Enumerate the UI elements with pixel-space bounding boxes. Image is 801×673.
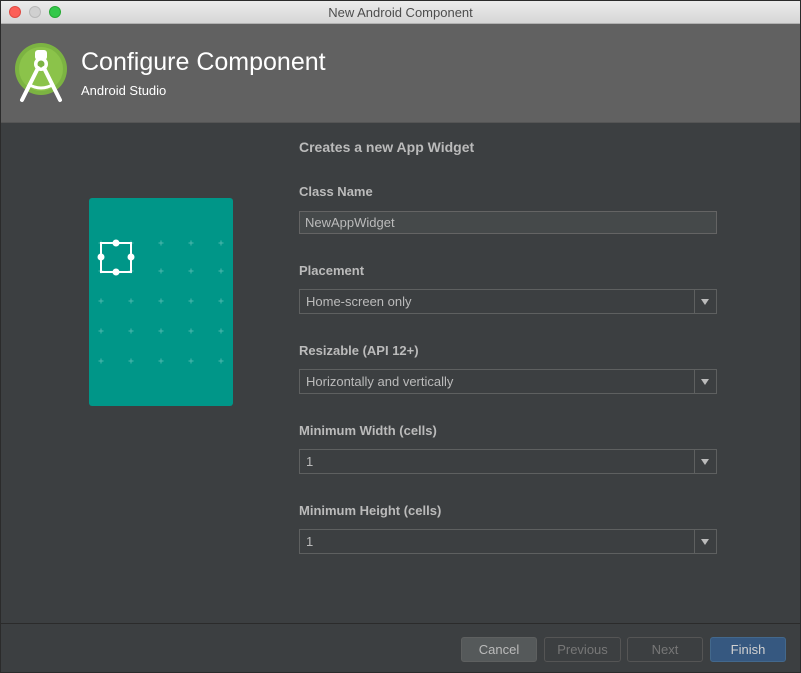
chevron-down-icon[interactable]	[694, 530, 716, 553]
widget-grid-preview-icon	[97, 239, 224, 364]
chevron-down-icon[interactable]	[694, 290, 716, 313]
widget-preview	[89, 198, 233, 406]
min-height-label: Minimum Height (cells)	[299, 503, 442, 518]
finish-button[interactable]: Finish	[710, 637, 786, 662]
class-name-value: NewAppWidget	[305, 215, 395, 230]
resizable-label: Resizable (API 12+)	[299, 343, 419, 358]
footer-divider	[1, 623, 800, 624]
min-width-select[interactable]: 1	[299, 449, 717, 474]
page-title: Configure Component	[81, 48, 326, 76]
component-description: Creates a new App Widget	[299, 139, 475, 155]
title-bar: New Android Component	[1, 1, 800, 24]
placement-label: Placement	[299, 263, 365, 278]
class-name-input[interactable]: NewAppWidget	[299, 211, 717, 234]
window-title: New Android Component	[328, 5, 473, 20]
placement-select[interactable]: Home-screen only	[299, 289, 717, 314]
chevron-down-icon[interactable]	[694, 370, 716, 393]
page-subtitle: Android Studio	[81, 83, 167, 98]
min-width-label: Minimum Width (cells)	[299, 423, 437, 438]
dialog-window: New Android Component Configure Componen…	[0, 0, 801, 673]
min-height-select[interactable]: 1	[299, 529, 717, 554]
class-name-label: Class Name	[299, 184, 373, 199]
min-height-value: 1	[306, 534, 314, 549]
previous-button[interactable]: Previous	[544, 637, 621, 662]
resizable-value: Horizontally and vertically	[306, 374, 454, 389]
min-width-value: 1	[306, 454, 314, 469]
next-button[interactable]: Next	[627, 637, 703, 662]
cancel-button[interactable]: Cancel	[461, 637, 537, 662]
placement-value: Home-screen only	[306, 294, 412, 309]
resizable-select[interactable]: Horizontally and vertically	[299, 369, 717, 394]
chevron-down-icon[interactable]	[694, 450, 716, 473]
header-banner: Configure Component Android Studio	[1, 24, 800, 123]
android-studio-logo-icon	[14, 42, 68, 104]
